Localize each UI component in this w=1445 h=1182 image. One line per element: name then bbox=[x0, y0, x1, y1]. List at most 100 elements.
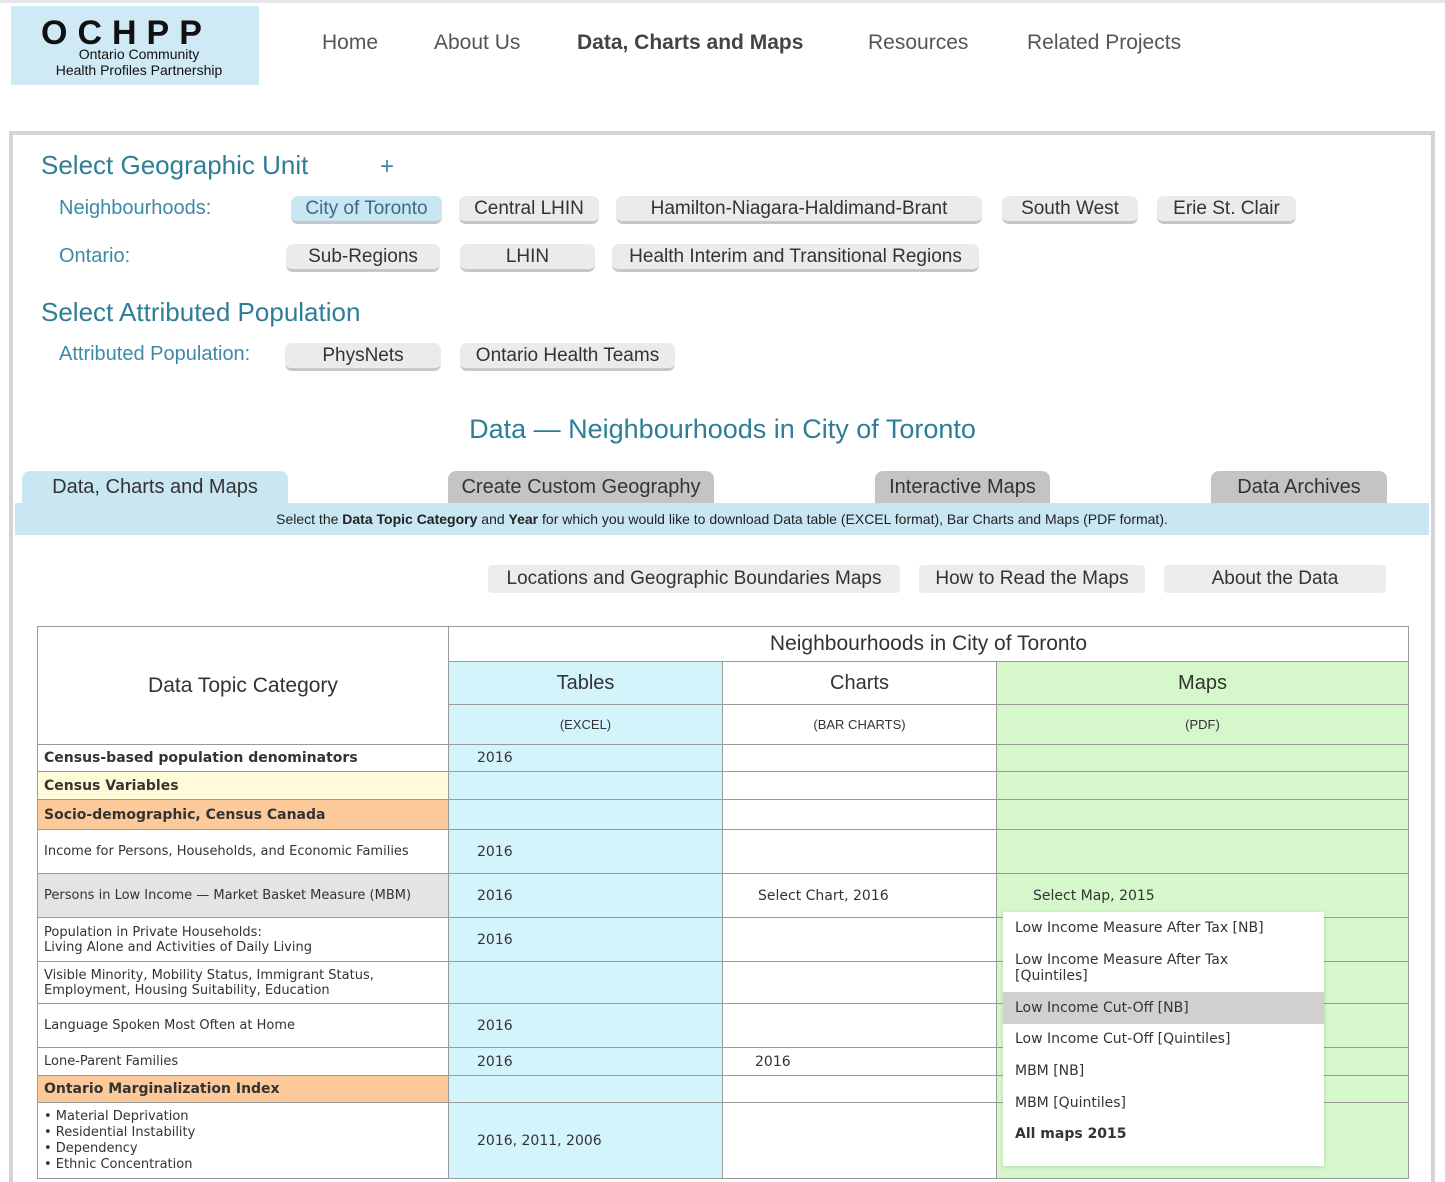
btn-locations-boundaries-maps[interactable]: Locations and Geographic Boundaries Maps bbox=[488, 565, 900, 593]
row-table-link[interactable]: 2016 bbox=[448, 873, 723, 918]
btn-erie-st-clair[interactable]: Erie St. Clair bbox=[1157, 196, 1296, 224]
tab-create-custom-geography[interactable]: Create Custom Geography bbox=[448, 471, 714, 504]
list-item: • Residential Instability bbox=[44, 1124, 196, 1140]
table-row: Persons in Low Income — Market Basket Me… bbox=[37, 873, 1410, 918]
row-chart-cell bbox=[722, 771, 997, 800]
header-group-neighbourhoods: Neighbourhoods in City of Toronto bbox=[447, 626, 1410, 662]
row-table-cell bbox=[448, 961, 723, 1004]
ontario-label: Ontario: bbox=[59, 245, 131, 267]
menu-item-lim-nb[interactable]: Low Income Measure After Tax [NB] bbox=[1015, 920, 1264, 936]
nav-resources[interactable]: Resources bbox=[868, 31, 968, 55]
row-map-cell bbox=[995, 744, 1410, 772]
menu-item-mbm-nb[interactable]: MBM [NB] bbox=[1015, 1063, 1084, 1079]
row-category: Ontario Marginalization Index bbox=[37, 1075, 449, 1103]
row-category-line1: Visible Minority, Mobility Status, Immig… bbox=[44, 967, 374, 983]
row-category: Census-based population denominators bbox=[37, 744, 449, 772]
row-chart-cell bbox=[722, 961, 997, 1004]
btn-about-the-data[interactable]: About the Data bbox=[1164, 565, 1386, 593]
btn-ontario-health-teams[interactable]: Ontario Health Teams bbox=[460, 343, 675, 371]
select-geo-title: Select Geographic Unit bbox=[41, 150, 309, 180]
table-row: Income for Persons, Households, and Econ… bbox=[37, 829, 1410, 874]
row-map-cell bbox=[995, 799, 1410, 830]
row-table-link[interactable]: 2016 bbox=[448, 829, 723, 874]
row-category: Income for Persons, Households, and Econ… bbox=[37, 829, 449, 874]
nav-home[interactable]: Home bbox=[322, 31, 378, 55]
row-chart-cell bbox=[722, 799, 997, 830]
menu-item-lim-quintiles-l2: [Quintiles] bbox=[1015, 968, 1088, 984]
row-table-link[interactable]: 2016 bbox=[448, 1047, 723, 1076]
attributed-population-label: Attributed Population: bbox=[59, 343, 251, 365]
instruction-bar: Select the Data Topic Category and Year … bbox=[15, 503, 1429, 535]
tab-data-charts-maps[interactable]: Data, Charts and Maps bbox=[22, 471, 288, 504]
select-attributed-title: Select Attributed Population bbox=[41, 297, 361, 327]
row-category: Language Spoken Most Often at Home bbox=[37, 1003, 449, 1048]
row-map-cell bbox=[995, 829, 1410, 874]
btn-south-west[interactable]: South West bbox=[1002, 196, 1138, 224]
row-table-links[interactable]: 2016, 2011, 2006 bbox=[448, 1102, 723, 1179]
menu-item-lim-quintiles[interactable]: Low Income Measure After Tax [Quintiles] bbox=[1015, 952, 1228, 984]
col-header-charts: Charts bbox=[722, 661, 997, 705]
row-table-link[interactable]: 2016 bbox=[448, 1003, 723, 1048]
btn-physnets[interactable]: PhysNets bbox=[285, 343, 441, 371]
list-item: • Material Deprivation bbox=[44, 1108, 189, 1124]
tab-data-archives[interactable]: Data Archives bbox=[1211, 471, 1387, 504]
menu-item-lico-quintiles[interactable]: Low Income Cut-Off [Quintiles] bbox=[1015, 1031, 1230, 1047]
row-chart-cell bbox=[722, 1075, 997, 1103]
select-chart-dropdown[interactable]: Select Chart, 2016 bbox=[722, 873, 997, 918]
col-note-pdf: (PDF) bbox=[995, 704, 1410, 745]
btn-lhin[interactable]: LHIN bbox=[460, 244, 595, 272]
row-table-cell bbox=[448, 799, 723, 830]
select-map-dropdown[interactable]: Select Map, 2015 bbox=[995, 873, 1410, 918]
btn-hamilton-niagara[interactable]: Hamilton-Niagara-Haldimand-Brant bbox=[616, 196, 982, 224]
row-category: Lone-Parent Families bbox=[37, 1047, 449, 1076]
btn-how-to-read-maps[interactable]: How to Read the Maps bbox=[919, 565, 1145, 593]
list-item: • Dependency bbox=[44, 1140, 138, 1156]
row-chart-cell bbox=[722, 1003, 997, 1048]
instruction-text-e: for which you would like to download Dat… bbox=[538, 511, 1168, 527]
col-header-category: Data Topic Category bbox=[37, 626, 449, 745]
instruction-topic: Data Topic Category bbox=[342, 511, 478, 527]
row-chart-link[interactable]: 2016 bbox=[722, 1047, 997, 1076]
top-border bbox=[0, 0, 1445, 3]
btn-city-of-toronto[interactable]: City of Toronto bbox=[291, 196, 442, 224]
nav-data-charts-maps[interactable]: Data, Charts and Maps bbox=[577, 31, 803, 55]
logo-line1: Ontario Community bbox=[78, 46, 200, 62]
row-table-cell bbox=[448, 1075, 723, 1103]
list-item: • Ethnic Concentration bbox=[44, 1156, 193, 1172]
neighbourhoods-label: Neighbourhoods: bbox=[59, 197, 212, 219]
nav-about-us[interactable]: About Us bbox=[434, 31, 520, 55]
col-note-excel: (EXCEL) bbox=[448, 704, 723, 745]
row-category: Persons in Low Income — Market Basket Me… bbox=[37, 873, 449, 918]
col-note-bar-charts: (BAR CHARTS) bbox=[722, 704, 997, 745]
row-table-link[interactable]: 2016 bbox=[448, 744, 723, 772]
logo-fullname: Ontario Community Health Profiles Partne… bbox=[39, 46, 239, 78]
row-table-link[interactable]: 2016 bbox=[448, 917, 723, 962]
row-map-cell bbox=[995, 771, 1410, 800]
row-category: Census Variables bbox=[37, 771, 449, 800]
expand-plus-icon[interactable]: + bbox=[380, 153, 394, 181]
table-row: Socio-demographic, Census Canada bbox=[37, 799, 1410, 830]
menu-item-lico-nb[interactable]: Low Income Cut-Off [NB] bbox=[1015, 1000, 1189, 1016]
btn-sub-regions[interactable]: Sub-Regions bbox=[286, 244, 440, 272]
row-table-cell bbox=[448, 771, 723, 800]
menu-item-lim-quintiles-l1: Low Income Measure After Tax bbox=[1015, 952, 1229, 968]
ochpp-logo[interactable]: OCHPP Ontario Community Health Profiles … bbox=[11, 6, 259, 85]
nav-related-projects[interactable]: Related Projects bbox=[1027, 31, 1181, 55]
btn-health-interim-regions[interactable]: Health Interim and Transitional Regions bbox=[612, 244, 979, 272]
data-section-title: Data — Neighbourhoods in City of Toronto bbox=[469, 414, 976, 444]
row-category: Population in Private Households: Living … bbox=[37, 917, 449, 962]
logo-line2: Health Profiles Partnership bbox=[55, 62, 223, 78]
instruction-text-a: Select the bbox=[276, 511, 343, 527]
row-category: • Material Deprivation • Residential Ins… bbox=[37, 1102, 449, 1179]
row-category: Socio-demographic, Census Canada bbox=[37, 799, 449, 830]
table-row: Census-based population denominators 201… bbox=[37, 744, 1410, 772]
row-category-line1: Population in Private Households: bbox=[44, 924, 262, 940]
btn-central-lhin[interactable]: Central LHIN bbox=[459, 196, 599, 224]
row-category-line2: Living Alone and Activities of Daily Liv… bbox=[44, 939, 312, 955]
row-chart-cell bbox=[722, 744, 997, 772]
tab-interactive-maps[interactable]: Interactive Maps bbox=[875, 471, 1050, 504]
menu-item-mbm-quintiles[interactable]: MBM [Quintiles] bbox=[1015, 1095, 1126, 1111]
menu-item-all-maps[interactable]: All maps 2015 bbox=[1015, 1126, 1127, 1142]
col-header-tables: Tables bbox=[448, 661, 723, 705]
row-category-line2: Employment, Housing Suitability, Educati… bbox=[44, 982, 330, 998]
